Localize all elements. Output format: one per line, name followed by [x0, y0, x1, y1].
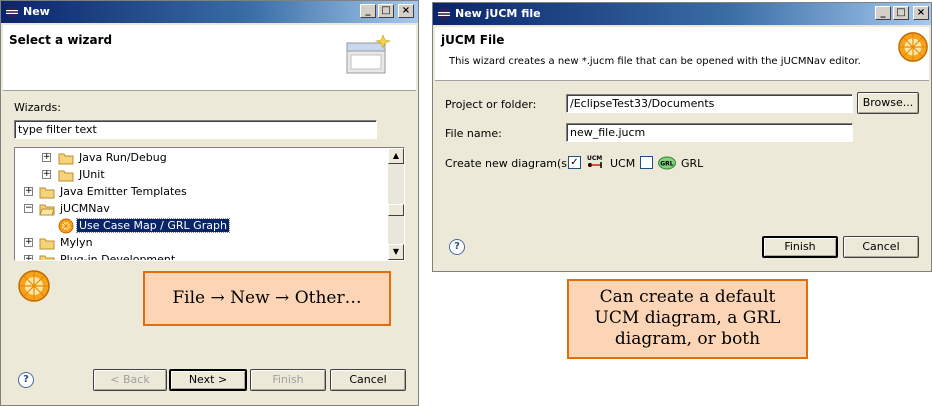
- cancel-button[interactable]: Cancel: [843, 236, 919, 258]
- folder-icon: [58, 170, 74, 182]
- wizard-banner: Select a wizard: [3, 25, 416, 91]
- project-folder-label: Project or folder:: [445, 98, 537, 111]
- expand-icon[interactable]: +: [24, 187, 33, 196]
- banner-title: Select a wizard: [9, 33, 113, 47]
- tree-row-jucmnav[interactable]: − jUCMNav: [15, 201, 387, 217]
- file-name-input[interactable]: new_file.jucm: [566, 123, 853, 142]
- maximize-button[interactable]: □: [378, 4, 394, 18]
- tree-row-plug-in-development[interactable]: + Plug-in Development: [15, 252, 387, 261]
- expand-icon[interactable]: +: [24, 255, 33, 260]
- menu-path-callout: File → New → Other…: [143, 271, 391, 326]
- tree-item-label: Java Emitter Templates: [60, 185, 187, 198]
- next-button[interactable]: Next >: [169, 369, 247, 391]
- collapse-icon[interactable]: −: [24, 204, 33, 213]
- expand-icon[interactable]: +: [42, 153, 51, 162]
- tree-row-junit[interactable]: + JUnit: [15, 167, 387, 183]
- svg-text:GRL: GRL: [660, 161, 674, 168]
- back-button[interactable]: < Back: [93, 369, 167, 391]
- close-button[interactable]: ×: [398, 4, 414, 18]
- grl-checkbox[interactable]: [640, 156, 653, 169]
- ucm-checkbox[interactable]: ✓: [568, 156, 581, 169]
- new-jucm-file-window: New jUCM file _ □ × jUCM File This wizar…: [432, 2, 932, 272]
- scroll-up-icon[interactable]: ▲: [388, 148, 404, 164]
- help-icon[interactable]: ?: [18, 372, 34, 388]
- folder-icon: [39, 187, 55, 199]
- filter-input[interactable]: type filter text: [14, 120, 377, 139]
- description-callout: Can create a default UCM diagram, a GRL …: [567, 279, 808, 359]
- finish-button[interactable]: Finish: [762, 236, 838, 258]
- wizards-label: Wizards:: [14, 101, 61, 114]
- grl-label: GRL: [681, 157, 704, 170]
- file-name-label: File name:: [445, 127, 502, 140]
- svg-text:UCM: UCM: [587, 155, 602, 162]
- title-bar[interactable]: New jUCM file _ □ ×: [433, 3, 931, 25]
- tree-scrollbar[interactable]: ▲ ▼: [388, 148, 404, 260]
- maximize-button[interactable]: □: [893, 6, 909, 20]
- open-folder-icon: [39, 204, 55, 216]
- eclipse-icon: [6, 6, 18, 18]
- callout-line-3: diagram, or both: [614, 329, 761, 349]
- tree-row-java-emitter-templates[interactable]: + Java Emitter Templates: [15, 184, 387, 200]
- close-button[interactable]: ×: [913, 6, 929, 20]
- minimize-button[interactable]: _: [875, 6, 891, 20]
- tree-item-label: Use Case Map / GRL Graph: [76, 218, 230, 233]
- tree-item-label: Java Run/Debug: [79, 151, 167, 164]
- title-bar[interactable]: New _ □ ×: [1, 1, 418, 23]
- tree-item-label: jUCMNav: [60, 202, 110, 215]
- banner-title: jUCM File: [441, 33, 505, 47]
- eclipse-icon: [438, 8, 450, 20]
- tree-item-label: Plug-in Development: [60, 253, 176, 261]
- banner-description: This wizard creates a new *.jucm file th…: [449, 56, 861, 67]
- minimize-button[interactable]: _: [360, 4, 376, 18]
- create-diagrams-label: Create new diagram(s):: [445, 157, 576, 170]
- scroll-thumb[interactable]: [388, 204, 404, 216]
- wizard-banner-icon: [346, 34, 392, 74]
- project-folder-input[interactable]: /EclipseTest33/Documents: [566, 94, 853, 113]
- browse-button[interactable]: Browse...: [857, 92, 919, 114]
- window-title: New jUCM file: [455, 7, 541, 20]
- tree-row-use-case-map-grl-graph[interactable]: Use Case Map / GRL Graph: [15, 218, 387, 234]
- tree-item-label: JUnit: [79, 168, 105, 181]
- folder-icon: [39, 255, 55, 260]
- folder-icon: [58, 153, 74, 165]
- finish-button[interactable]: Finish: [250, 369, 326, 391]
- tree-row-java-run-debug[interactable]: + Java Run/Debug: [15, 150, 387, 166]
- folder-icon: [39, 238, 55, 250]
- tree-row-mylyn[interactable]: + Mylyn: [15, 235, 387, 251]
- window-title: New: [23, 5, 50, 18]
- expand-icon[interactable]: +: [42, 170, 51, 179]
- jucmnav-orange-icon: [18, 270, 50, 302]
- ucm-diagram-icon: UCM: [587, 155, 602, 168]
- cancel-button[interactable]: Cancel: [330, 369, 406, 391]
- tree-item-label: Mylyn: [60, 236, 93, 249]
- wizard-banner: jUCM File This wizard creates a new *.ju…: [435, 27, 929, 81]
- scroll-down-icon[interactable]: ▼: [388, 244, 404, 260]
- callout-line-2: UCM diagram, a GRL: [594, 308, 781, 328]
- ucm-label: UCM: [610, 157, 636, 170]
- callout-text: File → New → Other…: [172, 288, 362, 308]
- wizard-tree: + Java Run/Debug + JUnit + Java Emitter …: [14, 147, 405, 261]
- jucmnav-orange-icon: [58, 218, 74, 234]
- new-wizard-window: New _ □ × Select a wizard Wizards: type …: [0, 0, 419, 406]
- help-icon[interactable]: ?: [449, 239, 465, 255]
- callout-line-1: Can create a default: [599, 287, 776, 307]
- grl-diagram-icon: GRL: [658, 156, 676, 170]
- jucmnav-orange-icon: [898, 32, 928, 62]
- expand-icon[interactable]: +: [24, 238, 33, 247]
